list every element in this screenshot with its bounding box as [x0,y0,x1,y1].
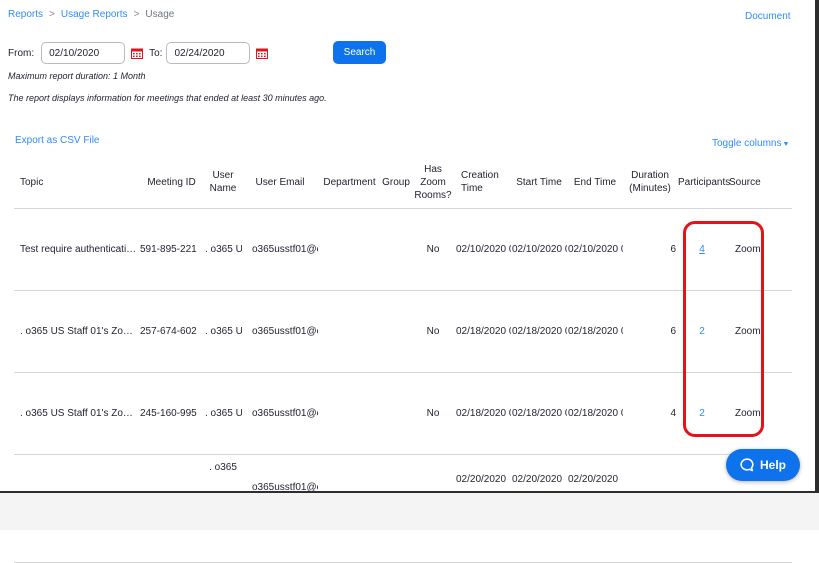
table-row: . o365 US Staff 01's Zoom M... 257-674-6… [14,290,792,373]
from-label: From: [8,47,35,59]
cell-meeting-id: 245-160-995 [139,372,204,455]
cell-department [318,208,381,291]
cell-department [318,372,381,455]
toggle-columns-link[interactable]: Toggle columns▼ [712,138,789,149]
cell-source: Zoom [727,372,792,455]
cell-topic: . o365 US Staff 01's Zoom M... [14,290,139,373]
header-end-time: End Time [567,156,623,209]
cell-duration: 6 [623,208,677,291]
table-header-row: Topic Meeting ID User Name User Email De… [14,156,792,209]
cell-group [381,290,411,373]
to-date-input[interactable] [166,42,251,64]
cell-topic: . o365 US Staff 01's Zoom M... [14,372,139,455]
export-csv-link[interactable]: Export as CSV File [15,135,99,146]
search-button[interactable]: Search [333,41,386,64]
header-user-name: User Name [204,156,242,209]
cell-user-email: o365usstf01@e [242,208,318,291]
breadcrumb-usage-reports[interactable]: Usage Reports [61,9,128,20]
cell-topic: Test require authentication ... [14,208,139,291]
help-label: Help [759,458,786,472]
header-creation-time: Creation Time [455,156,511,209]
cell-creation-time: 02/10/2020 05:15:58 PM [455,208,511,291]
cell-end-time: 02/18/2020 08:39:39 AM [567,290,623,373]
breadcrumb-current: Usage [145,9,175,20]
max-duration-note: Maximum report duration: 1 Month [8,71,146,81]
cell-has-zoom-rooms: No [411,208,455,291]
cell-department [318,290,381,373]
cell-user-name: . o365 US Staff 01 [204,290,242,373]
cell-start-time: 02/18/2020 08:34:14 AM [511,290,567,373]
document-link[interactable]: Document [745,11,791,22]
cell-user-name: . o365 US Staff 01 [204,372,242,455]
date-filter: From: To: [8,41,274,65]
breadcrumb-separator: > [49,9,55,20]
cell-end-time: 02/18/2020 08:43:31 AM [567,372,623,455]
cell-start-time: 02/18/2020 08:40:23 AM [511,372,567,455]
cell-user-email: o365usstf01@e [242,290,318,373]
toggle-columns-label: Toggle columns [712,138,782,149]
window-frame-bottom [0,491,819,530]
cell-user-email: o365usstf01@e [242,372,318,455]
breadcrumb-separator: > [133,9,140,20]
cell-end-time: 02/10/2020 05:21:35 PM [567,208,623,291]
chat-bubble-icon [740,458,754,472]
help-button[interactable]: Help [726,449,800,481]
info-note: The report displays information for meet… [8,93,327,103]
cell-meeting-id: 591-895-221 [139,208,204,291]
header-department: Department [318,156,381,209]
cell-has-zoom-rooms: No [411,372,455,455]
header-participants: Participants [677,156,730,209]
header-user-email: User Email [242,156,318,209]
header-duration: Duration (Minutes) [623,156,677,209]
cell-creation-time: 02/18/2020 08:40:21 AM [455,372,511,455]
table-row: Test require authentication ... 591-895-… [14,208,792,291]
participants-link[interactable]: 2 [699,408,705,419]
cell-duration: 4 [623,372,677,455]
cell-source: Zoom [727,208,792,291]
cell-source: Zoom [727,290,792,373]
participants-link[interactable]: 4 [699,244,705,255]
participants-link[interactable]: 2 [699,326,705,337]
caret-down-icon: ▼ [782,141,790,148]
cell-has-zoom-rooms: No [411,290,455,373]
header-topic: Topic [14,156,139,209]
header-has-zoom-rooms: Has Zoom Rooms? [411,156,455,209]
header-source: Source [727,156,792,209]
header-meeting-id: Meeting ID [139,156,204,209]
breadcrumb-reports[interactable]: Reports [8,9,43,20]
breadcrumb: Reports > Usage Reports > Usage [8,9,174,20]
header-group: Group [381,156,411,209]
cell-user-name: . o365 US Staff 01 [204,208,242,291]
cell-creation-time: 02/18/2020 08:34:11 AM [455,290,511,373]
cell-duration: 6 [623,290,677,373]
window-frame-right [815,0,819,530]
cell-start-time: 02/10/2020 05:16:25 PM [511,208,567,291]
table-row: . o365 US Staff 01's Zoom M... 245-160-9… [14,372,792,455]
header-start-time: Start Time [511,156,567,209]
cell-group [381,208,411,291]
calendar-icon[interactable] [131,48,144,59]
cell-meeting-id: 257-674-602 [139,290,204,373]
to-label: To: [149,47,163,59]
calendar-icon[interactable] [256,48,269,59]
from-date-input[interactable] [41,42,126,64]
cell-group [381,372,411,455]
